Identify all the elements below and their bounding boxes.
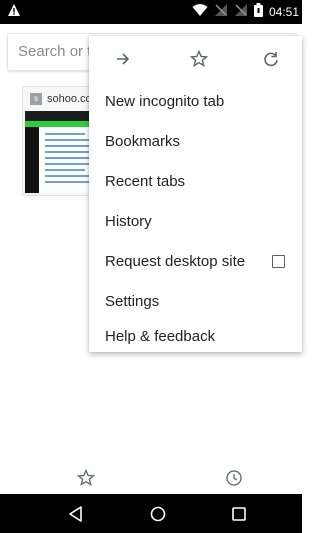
menu-item-new-incognito-tab[interactable]: New incognito tab (89, 82, 302, 122)
overflow-menu: New incognito tab Bookmarks Recent tabs … (89, 36, 302, 352)
back-triangle-icon[interactable] (66, 504, 86, 524)
site-favicon-icon: s (30, 93, 42, 105)
menu-item-label: Recent tabs (105, 173, 186, 190)
menu-item-label: Request desktop site (105, 253, 246, 270)
menu-item-label: History (105, 213, 152, 230)
status-time: 04:51 (268, 5, 299, 19)
menu-item-history[interactable]: History (89, 202, 302, 242)
menu-item-request-desktop-site[interactable]: Request desktop site (89, 242, 302, 282)
menu-item-recent-tabs[interactable]: Recent tabs (89, 162, 302, 202)
bookmarks-star-icon[interactable] (76, 468, 96, 488)
battery-icon (253, 2, 263, 22)
home-circle-icon[interactable] (148, 504, 168, 524)
no-signal-icon (234, 3, 248, 22)
recents-square-icon[interactable] (229, 504, 249, 524)
bookmark-star-icon[interactable] (189, 49, 209, 69)
menu-item-label: New incognito tab (105, 93, 225, 110)
refresh-icon[interactable] (261, 49, 281, 69)
menu-item-label: Bookmarks (105, 133, 181, 150)
request-desktop-site-checkbox[interactable] (272, 255, 285, 268)
history-clock-icon[interactable] (224, 468, 244, 488)
forward-icon[interactable] (113, 49, 133, 69)
no-signal-icon (214, 3, 228, 22)
status-bar: 04:51 (0, 0, 302, 24)
menu-item-label: Help & feedback (105, 328, 216, 345)
system-navigation-bar (0, 494, 302, 533)
bottom-toolbar (0, 462, 302, 494)
menu-item-settings[interactable]: Settings (89, 282, 302, 322)
menu-item-label: Settings (105, 293, 160, 310)
tile-title: sohoo.cc (47, 93, 92, 105)
menu-item-bookmarks[interactable]: Bookmarks (89, 122, 302, 162)
warning-icon (7, 3, 21, 22)
wifi-icon (192, 3, 208, 22)
menu-item-help-feedback[interactable]: Help & feedback (89, 322, 302, 352)
menu-action-row (89, 36, 302, 82)
